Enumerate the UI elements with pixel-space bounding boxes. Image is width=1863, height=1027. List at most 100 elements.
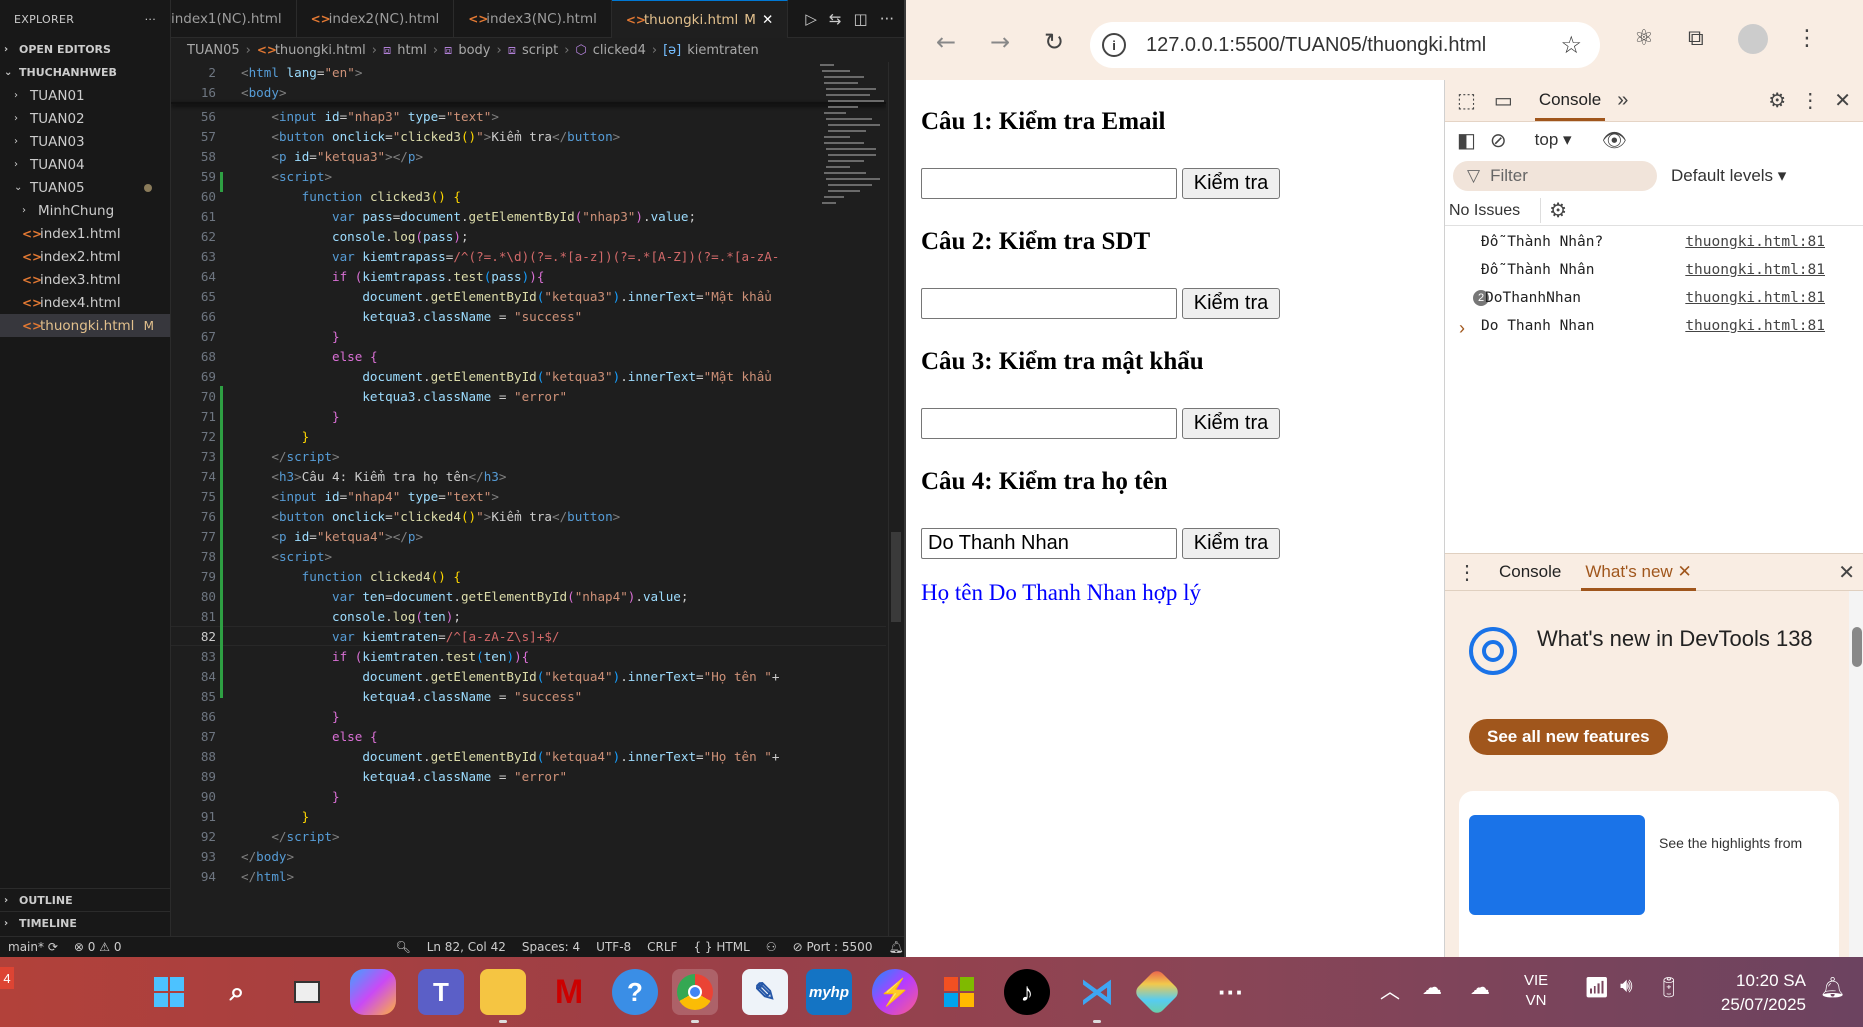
indentation[interactable]: Spaces: 4 (514, 940, 588, 954)
microsoft-store-icon[interactable] (936, 969, 982, 1015)
reload-icon[interactable]: ↻ (1044, 28, 1064, 56)
bookmark-star-icon[interactable]: ☆ (1560, 31, 1582, 60)
folder-tuan05[interactable]: ⌄ TUAN05 (0, 176, 170, 199)
code-line[interactable]: 68 else { (171, 346, 886, 366)
more-icon[interactable]: ··· (880, 10, 894, 28)
password-input[interactable] (921, 408, 1177, 439)
code-line[interactable]: 64 if (kiemtrapass.test(pass)){ (171, 266, 886, 286)
code-line[interactable]: 82 var kiemtraten=/^[a-zA-Z\s]+$/ (171, 626, 886, 646)
code-line[interactable]: 80 var ten=document.getElementById("nhap… (171, 586, 886, 606)
check-email-button[interactable]: Kiểm tra (1182, 168, 1280, 199)
code-line[interactable]: 69 document.getElementById("ketqua3").in… (171, 366, 886, 386)
notifications-bell-icon[interactable]: 🔔︎ (1820, 975, 1845, 1000)
code-line[interactable]: 74 <h3>Câu 4: Kiểm tra họ tên</h3> (171, 466, 886, 486)
breadcrumb-item[interactable]: script (522, 43, 558, 58)
app-icon[interactable] (1132, 967, 1182, 1017)
code-line[interactable]: 63 var kiemtrapass=/^(?=.*\d)(?=.*[a-z])… (171, 246, 886, 266)
code-line[interactable]: 92 </script> (171, 826, 886, 846)
file-thuongki[interactable]: <> thuongki.html M (0, 314, 170, 337)
breadcrumb-item[interactable]: body (458, 43, 490, 58)
copilot-icon[interactable] (350, 969, 396, 1015)
branch-indicator[interactable]: main* ⟳ (0, 940, 66, 954)
close-icon[interactable]: ✕ (1834, 88, 1851, 113)
folder-tuan04[interactable]: › TUAN04 (0, 153, 170, 176)
compare-icon[interactable]: ⇆ (829, 10, 842, 28)
myhp-icon[interactable]: myhp (806, 969, 852, 1015)
line-ending[interactable]: CRLF (639, 940, 685, 954)
code-line[interactable]: 71 } (171, 406, 886, 426)
breadcrumb-item[interactable]: kiemtraten (687, 43, 759, 58)
code-line[interactable]: 91 } (171, 806, 886, 826)
file-explorer-icon[interactable] (480, 969, 526, 1023)
code-editor[interactable]: 2 <html lang="en"> 16 <body> 56 <input id="n… (171, 62, 886, 936)
folder-tuan02[interactable]: › TUAN02 (0, 107, 170, 130)
folder-tuan01[interactable]: › TUAN01 (0, 84, 170, 107)
show-hidden-icons-icon[interactable]: ︿ (1380, 975, 1400, 1004)
code-line[interactable]: 93 </body> (171, 846, 886, 866)
language-mode[interactable]: { } HTML (685, 940, 757, 954)
workspace-section[interactable]: ⌄ THUCHANHWEB (0, 61, 170, 84)
code-line[interactable]: 66 ketqua3.className = "success" (171, 306, 886, 326)
timeline-section[interactable]: › TIMELINE (0, 911, 170, 934)
breadcrumb-item[interactable]: TUAN05 (187, 43, 240, 58)
onedrive-icon[interactable]: ☁ (1422, 975, 1442, 1000)
back-icon[interactable]: ← (936, 28, 956, 56)
tab-thuongki[interactable]: <> thuongki.html M ✕ (611, 0, 789, 38)
minimap[interactable] (818, 62, 888, 262)
editor-scrollbar[interactable] (888, 62, 902, 936)
code-line[interactable]: 67 } (171, 326, 886, 346)
see-all-features-button[interactable]: See all new features (1469, 719, 1668, 755)
context-selector[interactable]: top ▾ (1535, 130, 1572, 150)
inspect-element-icon[interactable]: ⬚ (1457, 88, 1476, 113)
close-icon[interactable]: ✕ (762, 12, 773, 28)
run-icon[interactable]: ▷ (805, 10, 817, 28)
devtools-menu-icon[interactable]: ⋮ (1800, 88, 1820, 113)
code-line[interactable]: 85 ketqua4.className = "success" (171, 686, 886, 706)
zoom-icon[interactable]: 🔍︎ (387, 940, 418, 954)
file-index2[interactable]: <> index2.html (0, 245, 170, 268)
code-line[interactable]: 78 <script> (171, 546, 886, 566)
code-line[interactable]: 60 function clicked3() { (171, 186, 886, 206)
email-input[interactable] (921, 168, 1177, 199)
code-line[interactable]: 76 <button onclick="clicked4()">Kiểm tra… (171, 506, 886, 526)
problems-indicator[interactable]: ⊗ 0 ⚠ 0 (66, 940, 130, 954)
code-line[interactable]: 89 ketqua4.className = "error" (171, 766, 886, 786)
cursor-position[interactable]: Ln 82, Col 42 (419, 940, 514, 954)
log-levels-dropdown[interactable]: Default levels ▾ (1671, 166, 1786, 186)
code-line[interactable]: 88 document.getElementById("ketqua4").in… (171, 746, 886, 766)
tab-index2[interactable]: <> index2(NC).html (297, 0, 455, 38)
whats-new-scrollbar[interactable] (1849, 591, 1863, 957)
code-line[interactable]: 94 </html> (171, 866, 886, 886)
wifi-icon[interactable]: 📶︎ (1584, 975, 1609, 1000)
breadcrumb-item[interactable]: clicked4 (593, 43, 646, 58)
encoding[interactable]: UTF-8 (588, 940, 639, 954)
vscode-icon[interactable]: ⋊ (1074, 969, 1120, 1023)
code-line[interactable]: 65 document.getElementById("ketqua3").in… (171, 286, 886, 306)
log-source-link[interactable]: thuongki.html:81 (1685, 262, 1825, 278)
cloud-sync-icon[interactable]: ☁ (1470, 975, 1490, 1000)
tab-index3[interactable]: <> index3(NC).html (454, 0, 612, 38)
open-editors-section[interactable]: › OPEN EDITORS (0, 38, 170, 61)
menu-icon[interactable]: ⋮ (1796, 26, 1818, 51)
file-index3[interactable]: <> index3.html (0, 268, 170, 291)
code-line[interactable]: 16 <body> (171, 82, 886, 102)
folder-tuan03[interactable]: › TUAN03 (0, 130, 170, 153)
search-icon[interactable]: ⌕ (214, 969, 260, 1015)
breadcrumb-item[interactable]: html (397, 43, 427, 58)
code-line[interactable]: 79 function clicked4() { (171, 566, 886, 586)
more-apps-icon[interactable]: ··· (1208, 969, 1254, 1015)
check-phone-button[interactable]: Kiểm tra (1182, 288, 1280, 319)
code-line[interactable]: 87 else { (171, 726, 886, 746)
clear-console-icon[interactable]: ⊘ (1490, 128, 1507, 153)
address-bar[interactable]: i 127.0.0.1:5500/TUAN05/thuongki.html ☆ (1090, 22, 1600, 68)
code-line[interactable]: 81 console.log(ten); (171, 606, 886, 626)
live-server[interactable]: ⊘ Port : 5500 (785, 940, 881, 954)
close-drawer-icon[interactable]: ✕ (1838, 560, 1855, 585)
messenger-icon[interactable]: ⚡ (872, 969, 918, 1015)
code-line[interactable]: 72 } (171, 426, 886, 446)
settings-gear-icon[interactable]: ⚙ (1768, 88, 1786, 113)
name-input[interactable] (921, 528, 1177, 559)
code-line[interactable]: 84 document.getElementById("ketqua4").in… (171, 666, 886, 686)
extensions-icon[interactable]: ⧉ (1688, 26, 1704, 51)
chrome-icon[interactable] (672, 969, 718, 1023)
